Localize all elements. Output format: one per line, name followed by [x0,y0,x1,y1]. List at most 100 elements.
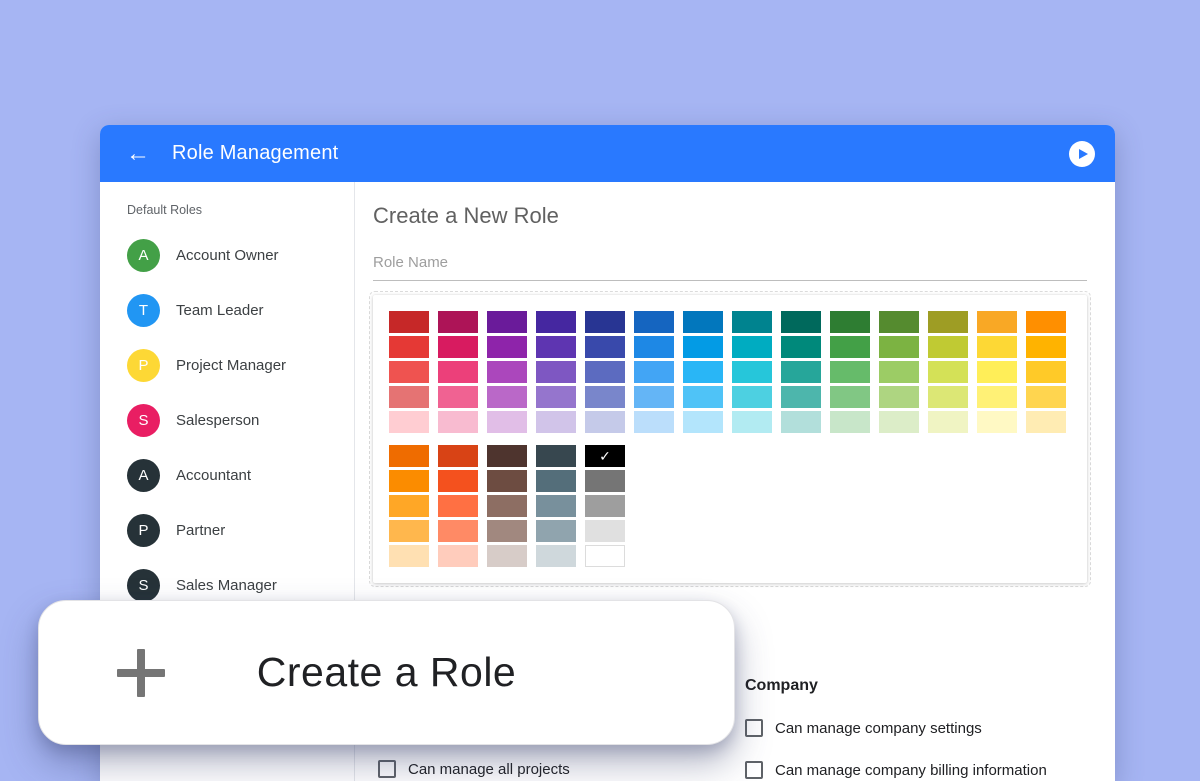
color-swatch-teal[interactable] [781,386,821,408]
color-swatch-cyan[interactable] [732,361,772,383]
color-swatch-deep-orange[interactable] [438,445,478,467]
color-swatch-orange[interactable] [389,545,429,567]
color-swatch-indigo[interactable] [585,361,625,383]
color-swatch-cyan[interactable] [732,311,772,333]
color-swatch-light-green[interactable] [879,386,919,408]
color-swatch-light-green[interactable] [879,361,919,383]
color-swatch-red[interactable] [389,411,429,433]
color-swatch-teal[interactable] [781,336,821,358]
color-swatch-deep-orange[interactable] [438,545,478,567]
color-swatch-blue[interactable] [634,411,674,433]
color-swatch-green[interactable] [830,311,870,333]
back-arrow-icon[interactable]: ← [126,142,150,166]
create-role-button[interactable]: Create a Role [38,600,735,745]
color-swatch-green[interactable] [830,386,870,408]
color-swatch-yellow[interactable] [977,361,1017,383]
color-swatch-green[interactable] [830,336,870,358]
color-swatch-grey[interactable] [585,545,625,567]
color-swatch-light-green[interactable] [879,411,919,433]
color-swatch-deep-purple[interactable] [536,386,576,408]
color-swatch-brown[interactable] [487,520,527,542]
color-swatch-indigo[interactable] [585,336,625,358]
color-swatch-amber[interactable] [1026,311,1066,333]
color-swatch-blue[interactable] [634,336,674,358]
color-swatch-teal[interactable] [781,361,821,383]
color-swatch-red[interactable] [389,311,429,333]
color-swatch-purple[interactable] [487,411,527,433]
color-swatch-grey[interactable] [585,495,625,517]
role-name-input[interactable] [373,254,1087,271]
color-swatch-brown[interactable] [487,470,527,492]
color-swatch-light-blue[interactable] [683,311,723,333]
sidebar-item-accountant[interactable]: AAccountant [100,448,354,503]
color-swatch-teal[interactable] [781,311,821,333]
color-swatch-blue[interactable] [634,361,674,383]
color-swatch-green[interactable] [830,361,870,383]
color-swatch-blue-grey[interactable] [536,520,576,542]
sidebar-item-partner[interactable]: PPartner [100,503,354,558]
color-swatch-light-blue[interactable] [683,361,723,383]
color-swatch-yellow[interactable] [977,411,1017,433]
color-swatch-cyan[interactable] [732,411,772,433]
color-swatch-brown[interactable] [487,445,527,467]
checkbox[interactable] [745,761,763,779]
color-swatch-brown[interactable] [487,495,527,517]
color-swatch-yellow[interactable] [977,311,1017,333]
color-swatch-deep-orange[interactable] [438,495,478,517]
color-swatch-orange[interactable] [389,470,429,492]
color-swatch-orange[interactable] [389,445,429,467]
color-swatch-orange[interactable] [389,520,429,542]
color-swatch-blue[interactable] [634,311,674,333]
color-swatch-red[interactable] [389,361,429,383]
color-swatch-indigo[interactable] [585,311,625,333]
color-swatch-purple[interactable] [487,336,527,358]
color-swatch-lime[interactable] [928,311,968,333]
color-swatch-deep-purple[interactable] [536,361,576,383]
color-swatch-teal[interactable] [781,411,821,433]
sidebar-item-team-leader[interactable]: TTeam Leader [100,283,354,338]
color-swatch-amber[interactable] [1026,386,1066,408]
color-swatch-pink[interactable] [438,311,478,333]
sidebar-item-project-manager[interactable]: PProject Manager [100,338,354,393]
play-button[interactable] [1069,141,1095,167]
color-swatch-purple[interactable] [487,386,527,408]
color-swatch-cyan[interactable] [732,386,772,408]
color-swatch-grey[interactable] [585,520,625,542]
color-swatch-yellow[interactable] [977,336,1017,358]
color-swatch-red[interactable] [389,336,429,358]
color-swatch-amber[interactable] [1026,361,1066,383]
color-swatch-cyan[interactable] [732,336,772,358]
color-swatch-lime[interactable] [928,411,968,433]
color-swatch-light-green[interactable] [879,311,919,333]
color-swatch-light-blue[interactable] [683,411,723,433]
color-swatch-purple[interactable] [487,361,527,383]
sidebar-item-salesperson[interactable]: SSalesperson [100,393,354,448]
color-swatch-pink[interactable] [438,361,478,383]
color-swatch-amber[interactable] [1026,336,1066,358]
color-swatch-pink[interactable] [438,386,478,408]
color-swatch-green[interactable] [830,411,870,433]
color-swatch-red[interactable] [389,386,429,408]
color-swatch-deep-purple[interactable] [536,411,576,433]
color-swatch-yellow[interactable] [977,386,1017,408]
color-swatch-grey[interactable]: ✓ [585,445,625,467]
color-swatch-deep-orange[interactable] [438,470,478,492]
color-swatch-grey[interactable] [585,470,625,492]
color-swatch-pink[interactable] [438,411,478,433]
color-swatch-blue-grey[interactable] [536,495,576,517]
checkbox[interactable] [378,760,396,778]
color-swatch-lime[interactable] [928,386,968,408]
color-swatch-indigo[interactable] [585,386,625,408]
sidebar-item-account-owner[interactable]: AAccount Owner [100,228,354,283]
color-swatch-blue-grey[interactable] [536,445,576,467]
color-swatch-brown[interactable] [487,545,527,567]
checkbox[interactable] [745,719,763,737]
color-swatch-deep-orange[interactable] [438,520,478,542]
color-swatch-indigo[interactable] [585,411,625,433]
color-swatch-orange[interactable] [389,495,429,517]
color-swatch-light-green[interactable] [879,336,919,358]
color-swatch-deep-purple[interactable] [536,311,576,333]
color-swatch-amber[interactable] [1026,411,1066,433]
color-swatch-blue-grey[interactable] [536,470,576,492]
color-swatch-blue-grey[interactable] [536,545,576,567]
